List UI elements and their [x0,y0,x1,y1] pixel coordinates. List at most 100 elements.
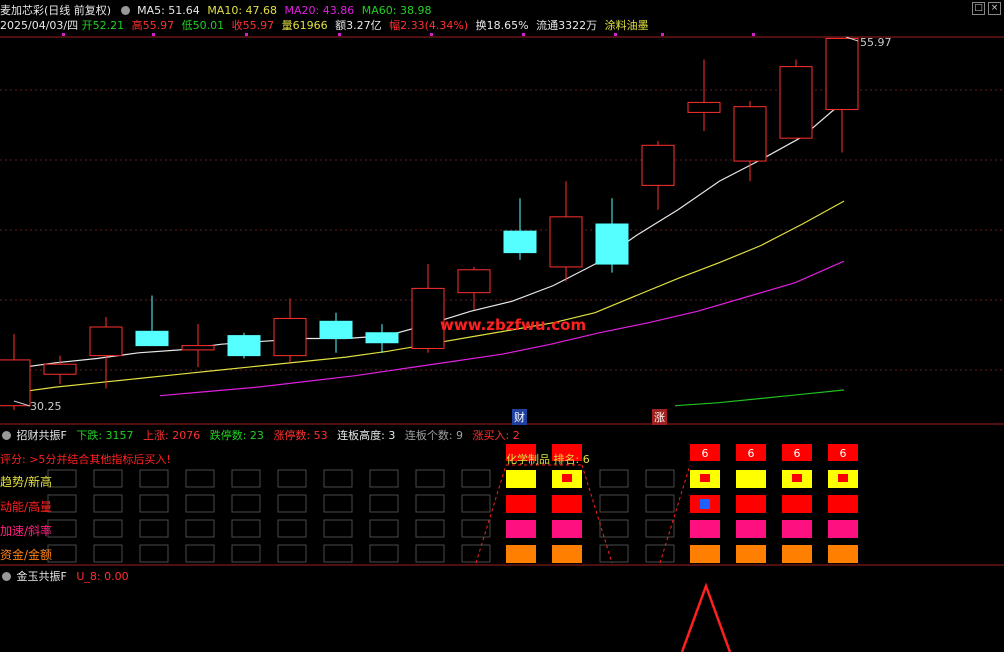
stock-chart-window: 麦加芯彩(日线 前复权) MA5: 51.64 MA10: 47.68 MA20… [0,0,1004,652]
candle-body [365,332,399,344]
candle-body [825,37,859,111]
signal-cell-empty [599,469,629,488]
board-count: 连板个数: 9 [404,429,464,442]
signal-cell-empty [185,469,215,488]
signal-cell-active [736,545,766,563]
signal-cell-empty [93,494,123,513]
score-value: 6 [702,447,709,460]
signal-cell-active [506,470,536,488]
marker-dot [661,33,664,36]
signal-cell-empty [645,519,675,538]
signal-cell-active [828,495,858,513]
ma60-line [674,389,845,407]
signal-cell-empty [323,469,353,488]
high-price-label: 55.97 [860,36,892,49]
signal-cell-empty [185,519,215,538]
signal-cell-empty [277,519,307,538]
down-count: 下跌: 3157 [76,429,134,442]
signal-cell-empty [369,494,399,513]
candle-body [181,345,215,351]
signal-cell-empty [415,469,445,488]
signal-cell-empty [93,519,123,538]
signal-cell-empty [369,544,399,563]
signal-cell-empty [369,469,399,488]
low-price-label: 30.25 [30,400,62,413]
signal-cell-empty [47,519,77,538]
signal-cell-empty [415,519,445,538]
marker-dot [614,33,617,36]
marker-dot [245,33,248,36]
signal-cell-empty [231,544,261,563]
panel1-name[interactable]: 招财共振F [17,429,67,442]
signal-cell-empty [47,494,77,513]
signal-cell-active [690,520,720,538]
signal-cell-empty [231,469,261,488]
panel2-header: 金玉共振F U_8: 0.00 [0,568,135,584]
signal-cell-empty [599,544,629,563]
candle-body [779,66,813,139]
up-count: 上涨: 2076 [143,429,201,442]
candle-body [733,106,767,162]
candle-body [0,359,31,407]
signal-cell-active [736,470,766,488]
signal-cell-empty [461,544,491,563]
candle-body [89,326,123,357]
panel2-value: U_8: 0.00 [76,570,129,583]
signal-cell-empty [277,469,307,488]
candle-body [503,230,537,254]
signal-cell-empty [185,544,215,563]
signal-cell-active [782,545,812,563]
signal-cell-empty [231,494,261,513]
panel1-settings-icon[interactable] [2,431,11,440]
marker-zhang: 涨 [652,409,667,425]
signal-cell-empty [645,494,675,513]
signal-cell-empty [139,469,169,488]
panel2-name[interactable]: 金玉共振F [17,570,67,583]
signal-cell-empty [93,469,123,488]
sector-rank-label: 化学制品 排名: 6 [506,453,590,466]
signal-cell-active [552,495,582,513]
signal-cell-empty [599,519,629,538]
candle-body [457,269,491,294]
score-hint: 评分: >5分并结合其他指标后买入! [0,453,171,466]
candle-body [135,330,169,347]
signal-cell-empty [277,544,307,563]
marker-dot [752,33,755,36]
candle-body [227,335,261,357]
signal-cell-empty [461,494,491,513]
signal-cell-empty [415,494,445,513]
signal-cell-empty [139,544,169,563]
signal-cell-active [506,520,536,538]
candle-body [595,223,629,265]
marker-dot [62,33,65,36]
marker-dot [152,33,155,36]
candle-body [273,317,307,357]
limit-up-count: 涨停数: 53 [273,429,328,442]
signal-cell-active [782,495,812,513]
row-label-capital: 资金/金额 [0,548,53,562]
signal-cell-active [552,520,582,538]
candle-body [641,144,675,186]
board-height: 连板高度: 3 [337,429,396,442]
signal-cell-empty [461,519,491,538]
moving-average-lines [13,100,845,407]
signal-cell-empty [415,544,445,563]
signal-dot [700,474,710,482]
row-label-momentum: 动能/高量 [0,500,53,514]
limit-down-count: 跌停数: 23 [209,429,264,442]
signal-cell-empty [645,544,675,563]
signal-cell-empty [47,469,77,488]
signal-cell-empty [47,544,77,563]
signal-dot [562,474,572,482]
signal-cell-empty [323,544,353,563]
panel2-settings-icon[interactable] [2,572,11,581]
marker-dot [430,33,433,36]
signal-cell-active [828,520,858,538]
candle-body [43,363,77,375]
candle-body [549,216,583,268]
signal-cell-active [552,545,582,563]
marker-dot [338,33,341,36]
signal-cell-active [736,520,766,538]
signal-cell-empty [461,469,491,488]
signal-cell-empty [139,519,169,538]
